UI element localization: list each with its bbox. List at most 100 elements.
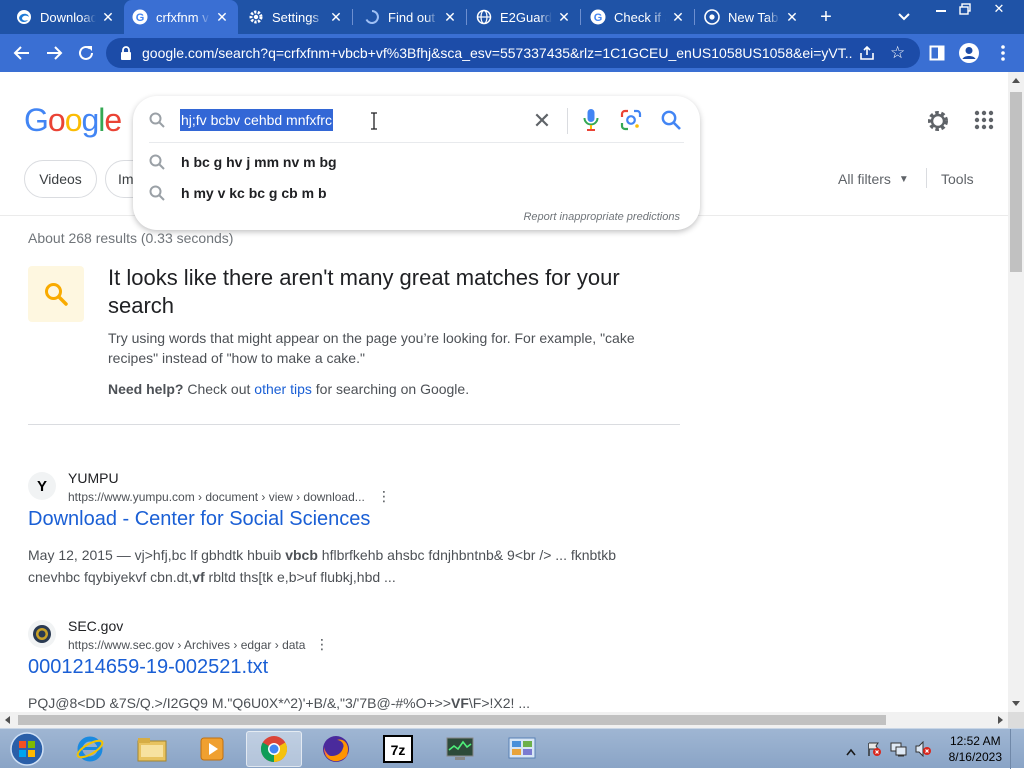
close-tab-icon[interactable]: ✕ — [670, 9, 686, 25]
bookmark-star-icon[interactable]: ☆ — [890, 43, 908, 62]
yumpu-favicon[interactable]: Y — [28, 472, 56, 500]
new-tab-button[interactable]: + — [814, 5, 838, 29]
firefox-icon[interactable] — [308, 731, 364, 767]
media-player-icon[interactable] — [184, 731, 240, 767]
action-center-flag-icon[interactable] — [866, 741, 882, 762]
autocomplete-suggestion[interactable]: h my v kc bc g cb m b — [133, 177, 700, 208]
sec-seal-icon[interactable] — [28, 620, 56, 648]
more-options-icon[interactable]: ⋮ — [314, 636, 330, 652]
network-icon[interactable] — [890, 741, 908, 762]
voice-search-mic-icon[interactable] — [582, 108, 600, 132]
result-snippet: May 12, 2015 — vj>hfj,bc lf gbhdtk hbuib… — [28, 544, 628, 588]
tab-e2guardian[interactable]: E2Guardi ✕ — [468, 0, 580, 34]
snippet-match: vbcb — [285, 547, 318, 563]
tab-google-search[interactable]: G crfxfnm v ✕ — [124, 0, 238, 34]
scrollbar-thumb[interactable] — [1010, 92, 1022, 272]
taskbar-clock[interactable]: 12:52 AM 8/16/2023 — [949, 733, 1002, 765]
search-box[interactable]: hj;fv bcbv cehbd mnfxfrc ✕ h bc g hv j m… — [133, 96, 700, 230]
vertical-scrollbar[interactable] — [1008, 72, 1024, 712]
more-options-icon[interactable]: ⋮ — [376, 488, 392, 504]
search-submit-icon[interactable] — [660, 109, 682, 131]
chip-videos[interactable]: Videos — [24, 160, 97, 198]
result-site-name[interactable]: SEC.gov — [68, 618, 123, 634]
start-button[interactable] — [2, 730, 52, 768]
tab-new-tab[interactable]: New Tab ✕ — [696, 0, 808, 34]
close-window-button[interactable]: ✕ — [984, 0, 1014, 18]
7zip-icon[interactable]: 7z — [370, 731, 426, 767]
other-tips-link[interactable]: other tips — [254, 381, 312, 397]
tab-search-chevron-icon[interactable] — [894, 7, 914, 27]
need-help-text: for searching on Google. — [311, 381, 470, 397]
internet-explorer-icon[interactable] — [62, 731, 118, 767]
close-tab-icon[interactable]: ✕ — [214, 9, 230, 25]
tab-find-out[interactable]: Find out ✕ — [356, 0, 466, 34]
close-tab-icon[interactable]: ✕ — [100, 9, 116, 25]
url-text[interactable]: google.com/search?q=crfxfnm+vbcb+vf%3Bfh… — [142, 45, 852, 61]
result-title-link[interactable]: Download - Center for Social Sciences — [28, 508, 370, 531]
control-panel-icon[interactable] — [494, 731, 550, 767]
scroll-left-arrow-icon[interactable] — [5, 716, 10, 724]
need-help-text: Check out — [183, 381, 255, 397]
scrollbar-thumb[interactable] — [18, 715, 886, 725]
search-box-divider — [149, 142, 684, 143]
snippet-text: — vj>hfj,bc lf gbhdtk hbuib — [112, 547, 286, 563]
scroll-up-arrow-icon[interactable] — [1012, 78, 1020, 83]
snippet-date: May 12, 2015 — [28, 547, 113, 563]
all-filters-button[interactable]: All filters ▼ — [838, 171, 909, 187]
tools-button[interactable]: Tools — [941, 171, 974, 187]
close-tab-icon[interactable]: ✕ — [556, 9, 572, 25]
tab-download[interactable]: Download ✕ — [8, 0, 124, 34]
result-site-name[interactable]: YUMPU — [68, 470, 119, 486]
volume-muted-icon[interactable] — [914, 740, 932, 762]
edge-icon — [16, 9, 32, 25]
chrome-icon — [704, 9, 720, 25]
google-lens-icon[interactable] — [620, 109, 642, 131]
address-bar[interactable]: google.com/search?q=crfxfnm+vbcb+vf%3Bfh… — [106, 38, 920, 68]
show-desktop-button[interactable] — [1010, 729, 1024, 769]
no-matches-heading: It looks like there aren't many great ma… — [108, 265, 620, 318]
tab-title: Settings — [272, 9, 319, 25]
result-stats: About 268 results (0.33 seconds) — [28, 230, 234, 246]
chrome-taskbar-icon[interactable] — [246, 731, 302, 767]
result-url[interactable]: https://www.sec.gov › Archives › edgar ›… — [68, 638, 305, 652]
settings-gear-icon[interactable] — [925, 108, 951, 134]
snippet-text: rbltd ths[tk e,b>uf flubkj,hbd ... — [204, 569, 396, 585]
clear-search-button[interactable]: ✕ — [531, 108, 553, 133]
show-hidden-icons-arrow-icon[interactable] — [846, 743, 856, 761]
horizontal-scrollbar[interactable] — [0, 712, 1008, 728]
reload-icon[interactable] — [74, 41, 98, 65]
result-title-link[interactable]: 0001214659-19-002521.txt — [28, 656, 268, 679]
autocomplete-suggestion[interactable]: h bc g hv j mm nv m bg — [133, 146, 700, 177]
loading-spinner-icon — [364, 9, 380, 25]
close-tab-icon[interactable]: ✕ — [784, 9, 800, 25]
close-tab-icon[interactable]: ✕ — [328, 9, 344, 25]
search-result: Y YUMPU https://www.yumpu.com › document… — [28, 470, 680, 590]
forward-arrow-icon[interactable] — [42, 41, 66, 65]
restore-button[interactable] — [950, 0, 980, 18]
scroll-down-arrow-icon[interactable] — [1012, 701, 1020, 706]
chip-label: Videos — [39, 171, 82, 187]
browser-menu-icon[interactable] — [992, 42, 1014, 64]
snippet-text: \F>!X2! ... — [468, 695, 530, 711]
result-url[interactable]: https://www.yumpu.com › document › view … — [68, 490, 365, 504]
close-tab-icon[interactable]: ✕ — [442, 9, 458, 25]
file-explorer-icon[interactable] — [124, 731, 180, 767]
sidepanel-icon[interactable] — [926, 42, 948, 64]
task-manager-icon[interactable] — [432, 731, 488, 767]
share-icon[interactable] — [858, 44, 876, 62]
profile-avatar-icon[interactable] — [958, 42, 980, 64]
scroll-right-arrow-icon[interactable] — [998, 716, 1003, 724]
tab-title: Check if a — [614, 9, 666, 25]
google-logo[interactable]: Google — [24, 102, 122, 139]
search-input[interactable]: hj;fv bcbv cehbd mnfxfrc — [180, 109, 333, 131]
tab-settings[interactable]: Settings ✕ — [240, 0, 352, 34]
clock-time: 12:52 AM — [949, 734, 1001, 748]
suggestion-text: h my v kc bc g cb m b — [181, 184, 327, 201]
tab-title: Download — [40, 9, 96, 25]
tab-check-if[interactable]: G Check if a ✕ — [582, 0, 694, 34]
report-predictions-link[interactable]: Report inappropriate predictions — [523, 211, 680, 223]
search-icon — [148, 153, 166, 171]
google-apps-grid-icon[interactable] — [974, 110, 994, 130]
back-arrow-icon[interactable] — [10, 41, 34, 65]
lock-icon[interactable] — [118, 45, 134, 61]
